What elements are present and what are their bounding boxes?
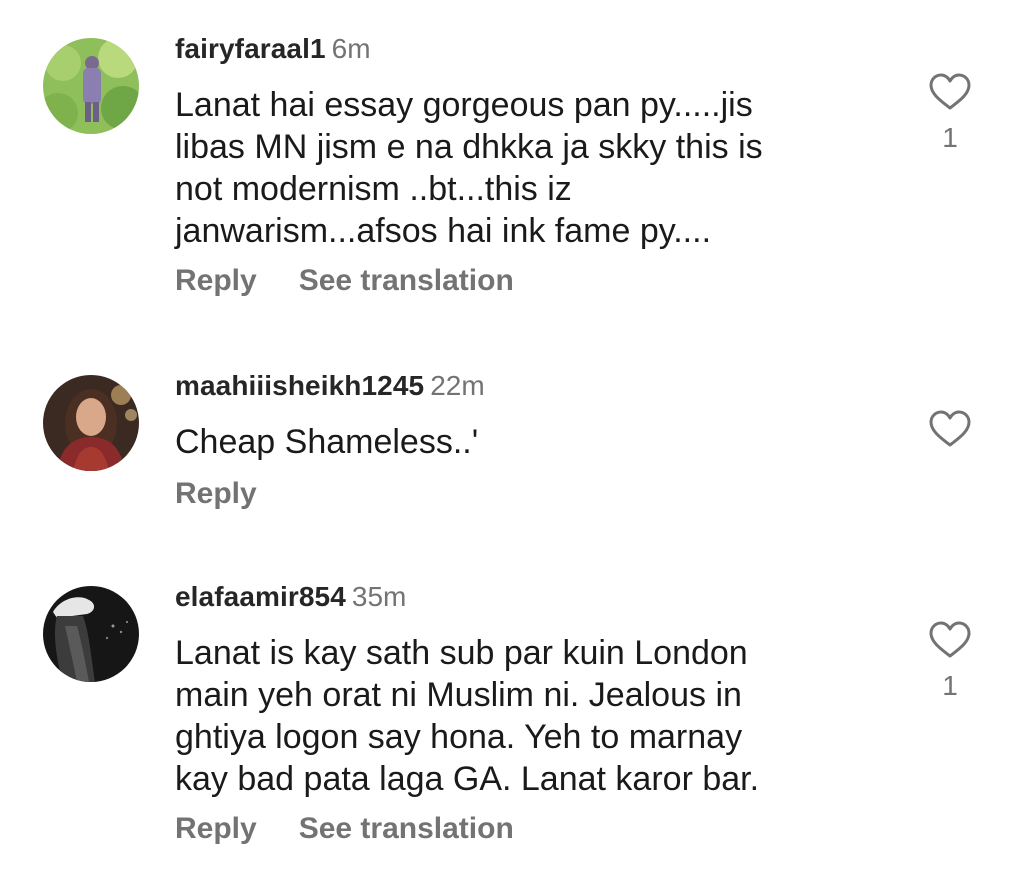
- like-count: 1: [942, 670, 958, 701]
- heart-outline-icon[interactable]: [928, 620, 972, 660]
- comment-actions: Reply See translation: [175, 809, 556, 849]
- avatar[interactable]: [43, 586, 139, 682]
- like-control: 1: [926, 620, 974, 702]
- comment-item: elafaamir854 35m Lanat is kay sath sub pa…: [0, 0, 1024, 895]
- comment-meta: elafaamir854 35m: [175, 579, 406, 615]
- timestamp: 35m: [351, 581, 407, 612]
- see-translation-button[interactable]: See translation: [299, 812, 514, 845]
- username[interactable]: elafaamir854: [175, 581, 346, 612]
- comment-text: Lanat is kay sath sub par kuin London ma…: [175, 634, 760, 798]
- avatar-image: [43, 586, 139, 682]
- reply-button[interactable]: Reply: [175, 812, 257, 845]
